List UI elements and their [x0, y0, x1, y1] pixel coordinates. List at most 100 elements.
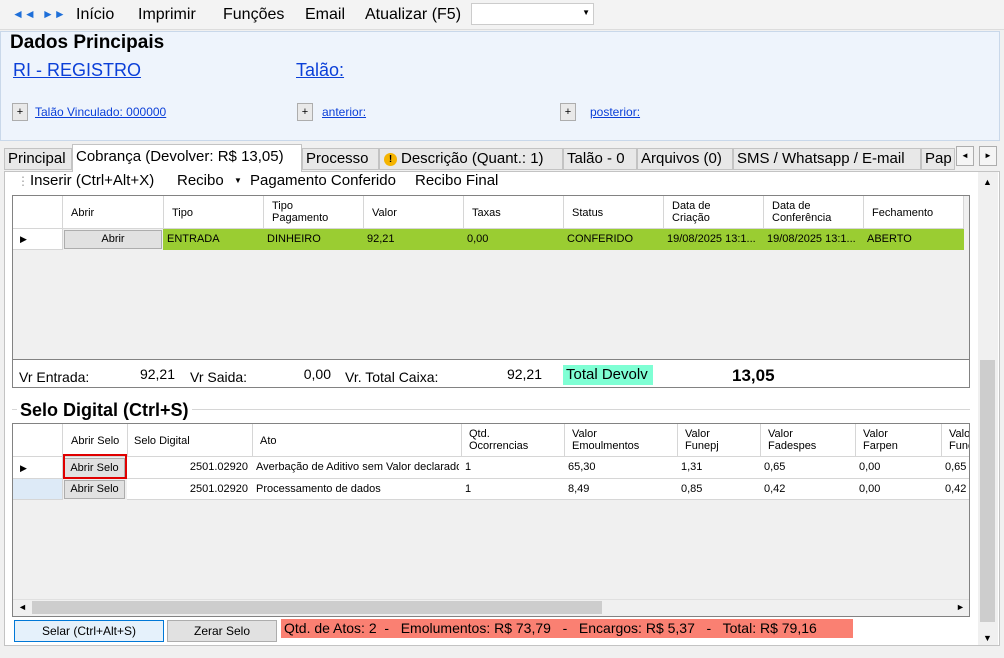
menu-funcoes[interactable]: Funções: [223, 5, 284, 25]
header-status[interactable]: Status: [572, 207, 603, 219]
zerar-selo-button[interactable]: Zerar Selo: [167, 620, 277, 642]
expand-posterior-button[interactable]: +: [560, 103, 576, 121]
selo-title: Selo Digital (Ctrl+S): [17, 399, 192, 421]
tab-principal[interactable]: Principal: [4, 148, 72, 170]
expand-anterior-button[interactable]: +: [297, 103, 313, 121]
total-caixa-value: 92,21: [506, 366, 542, 382]
expand-vinculado-button[interactable]: +: [12, 103, 28, 121]
registro-link[interactable]: RI - REGISTRO: [13, 59, 141, 81]
scroll-left-icon[interactable]: ◄: [18, 602, 27, 613]
cell-fadespes: 0,42: [764, 483, 786, 495]
tab-cobranca[interactable]: Cobrança (Devolver: R$ 13,05): [72, 144, 302, 172]
devolver-label: Total Devolv: [566, 366, 648, 383]
header-valor-fune[interactable]: Valo Fune: [949, 428, 969, 452]
cell-ato: Processamento de dados: [256, 483, 381, 495]
abrir-button[interactable]: Abrir: [64, 230, 162, 249]
payments-header-filler: [964, 196, 969, 229]
cell-selo-digital: 2501.02920: [189, 461, 248, 473]
entrada-label: Vr Entrada:: [19, 369, 90, 385]
pagamento-conferido-button[interactable]: Pagamento Conferido: [250, 172, 396, 190]
cell-fune: 0,42: [945, 483, 967, 495]
menu-imprimir[interactable]: Imprimir: [138, 5, 196, 25]
recibo-dropdown-icon[interactable]: ▼: [234, 176, 242, 186]
menu-email[interactable]: Email: [305, 5, 345, 25]
abrir-selo-button[interactable]: Abrir Selo: [64, 480, 125, 499]
header-data-criacao[interactable]: Data de Criação: [672, 200, 711, 224]
tab-processo[interactable]: Processo: [302, 148, 379, 170]
header-fechamento[interactable]: Fechamento: [872, 207, 933, 219]
scroll-down-icon[interactable]: ▼: [983, 633, 992, 644]
anterior-link[interactable]: anterior:: [322, 104, 366, 120]
tab-descricao-label: Descrição (Quant.: 1): [401, 150, 544, 167]
warning-icon: !: [384, 153, 397, 166]
cell-fechamento: ABERTO: [867, 233, 912, 245]
tab-sms[interactable]: SMS / Whatsapp / E-mail: [733, 148, 921, 170]
cell-tipo: ENTRADA: [167, 233, 220, 245]
talao-link[interactable]: Talão:: [296, 59, 344, 81]
cell-farpen: 0,00: [859, 483, 881, 495]
talao-vinculado-link[interactable]: Talão Vinculado: 000000: [35, 104, 166, 120]
tab-talao[interactable]: Talão - 0: [563, 148, 637, 170]
header-abrir-selo[interactable]: Abrir Selo: [71, 435, 119, 447]
tab-scroll-left-icon[interactable]: ◄: [956, 146, 974, 166]
tab-papel[interactable]: Pap: [921, 148, 955, 170]
scroll-thumb[interactable]: [32, 601, 602, 614]
header-valor-emolumentos[interactable]: Valor Emoulmentos: [572, 428, 639, 452]
selo-summary: Qtd. de Atos: 2 - Emolumentos: R$ 73,79 …: [281, 619, 853, 638]
header-qtd-ocorrencias[interactable]: Qtd. Ocorrencias: [469, 428, 528, 452]
total-caixa-label: Vr. Total Caixa:: [345, 369, 439, 385]
cell-taxas: 0,00: [467, 233, 489, 245]
cell-fune: 0,65: [945, 461, 967, 473]
recibo-button[interactable]: Recibo: [177, 172, 224, 190]
cell-funepj: 1,31: [681, 461, 703, 473]
cell-emolumentos: 8,49: [568, 483, 590, 495]
header-valor-funepj[interactable]: Valor Funepj: [685, 428, 719, 452]
header-valor-farpen[interactable]: Valor Farpen: [863, 428, 898, 452]
header-data-conferencia[interactable]: Data de Conferência: [772, 200, 831, 224]
cell-tipo-pagamento: DINHEIRO: [267, 233, 321, 245]
header-taxas[interactable]: Taxas: [472, 207, 501, 219]
cell-selo-digital: 2501.02920: [189, 483, 248, 495]
forward-arrow-icon[interactable]: ►►: [42, 6, 66, 22]
cell-data-criacao: 19/08/2025 13:1...: [667, 233, 756, 245]
toolbar-grip-icon: ⋮: [17, 174, 29, 188]
recibo-final-button[interactable]: Recibo Final: [415, 172, 498, 190]
back-arrow-icon[interactable]: ◄◄: [12, 6, 36, 22]
saida-value: 0,00: [303, 366, 331, 382]
cell-fadespes: 0,65: [764, 461, 786, 473]
row-pointer-icon: ▶: [20, 463, 27, 473]
scroll-up-icon[interactable]: ▲: [983, 177, 992, 188]
col-divider: [62, 196, 63, 250]
vertical-scroll-thumb[interactable]: [980, 360, 995, 622]
menu-atualizar[interactable]: Atualizar (F5): [365, 5, 461, 25]
header-valor[interactable]: Valor: [372, 207, 397, 219]
dropdown-arrow-icon: ▼: [582, 8, 590, 17]
highlight-box: [63, 454, 127, 479]
entrada-value: 92,21: [139, 366, 175, 382]
cell-farpen: 0,00: [859, 461, 881, 473]
tab-arquivos[interactable]: Arquivos (0): [637, 148, 733, 170]
header-selo-digital[interactable]: Selo Digital: [134, 435, 190, 447]
header-tipo[interactable]: Tipo: [172, 207, 193, 219]
scroll-right-icon[interactable]: ►: [956, 602, 965, 613]
menu-combo-select[interactable]: ▼: [471, 3, 594, 25]
cell-funepj: 0,85: [681, 483, 703, 495]
cell-qtd: 1: [465, 461, 472, 473]
header-tipo-pagamento[interactable]: Tipo Pagamento: [272, 200, 328, 224]
cell-data-conferencia: 19/08/2025 13:1...: [767, 233, 856, 245]
posterior-link[interactable]: posterior:: [590, 104, 640, 120]
tab-descricao[interactable]: ! Descrição (Quant.: 1): [379, 148, 563, 170]
insert-button[interactable]: Inserir (Ctrl+Alt+X): [30, 172, 154, 190]
header-valor-fadespes[interactable]: Valor Fadespes: [768, 428, 816, 452]
page-title: Dados Principais: [10, 32, 165, 53]
devolver-value: 13,05: [732, 366, 775, 385]
cell-emolumentos: 65,30: [568, 461, 596, 473]
tab-scroll-right-icon[interactable]: ►: [979, 146, 997, 166]
header-abrir[interactable]: Abrir: [71, 207, 94, 219]
cell-status: CONFERIDO: [567, 233, 633, 245]
devolver-badge: Total Devolv: [563, 365, 653, 385]
header-ato[interactable]: Ato: [260, 435, 277, 447]
selar-button[interactable]: Selar (Ctrl+Alt+S): [14, 620, 164, 642]
row-header-cell[interactable]: [13, 479, 62, 500]
menu-inicio[interactable]: Início: [76, 5, 114, 25]
